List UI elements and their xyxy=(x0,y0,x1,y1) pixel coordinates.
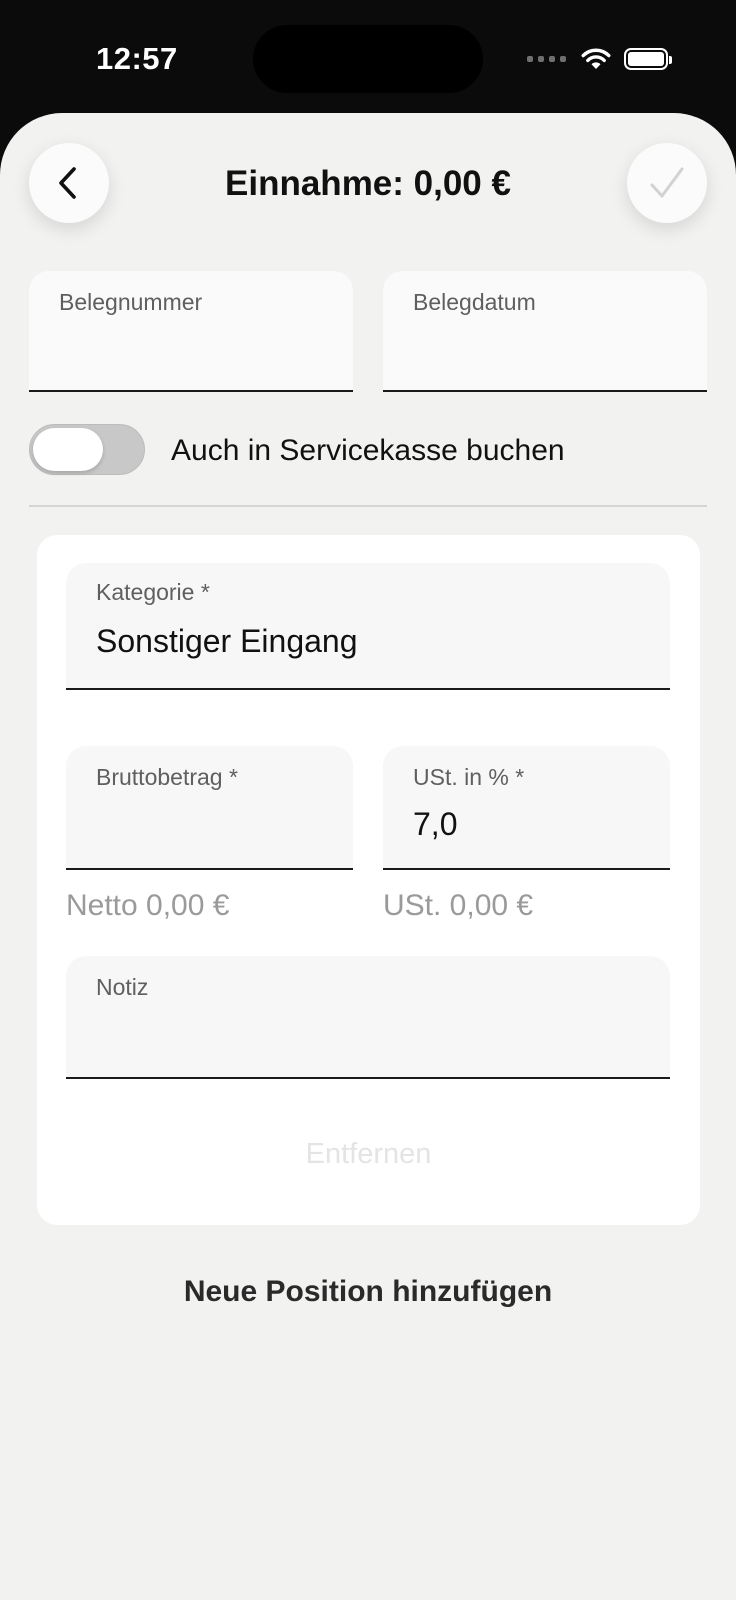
gross-amount-label: Bruttobetrag * xyxy=(96,764,238,790)
note-label: Notiz xyxy=(96,974,149,1000)
receipt-date-label: Belegdatum xyxy=(413,289,536,315)
battery-icon xyxy=(624,48,672,70)
remove-button[interactable]: Entfernen xyxy=(37,1138,700,1171)
status-icons xyxy=(527,44,672,74)
entry-sheet: Einnahme: 0,00 € Belegnummer Belegdatum … xyxy=(0,113,736,1600)
receipt-number-field[interactable]: Belegnummer xyxy=(29,271,353,392)
category-label: Kategorie * xyxy=(96,579,210,605)
confirm-button[interactable] xyxy=(627,143,707,223)
checkmark-icon xyxy=(650,167,684,198)
net-amount-hint: Netto 0,00 € xyxy=(66,889,230,922)
status-bar: 12:57 xyxy=(0,0,736,115)
category-field[interactable]: Kategorie * Sonstiger Eingang xyxy=(66,563,670,690)
cellular-signal-icon xyxy=(527,56,566,62)
receipt-number-label: Belegnummer xyxy=(59,289,203,315)
add-position-button[interactable]: Neue Position hinzufügen xyxy=(0,1275,736,1309)
dynamic-island xyxy=(253,25,483,93)
gross-amount-field[interactable]: Bruttobetrag * xyxy=(66,746,353,870)
service-cash-label: Auch in Servicekasse buchen xyxy=(171,434,565,467)
receipt-date-field[interactable]: Belegdatum xyxy=(383,271,707,392)
status-time: 12:57 xyxy=(96,41,178,76)
vat-rate-value: 7,0 xyxy=(413,806,458,842)
position-card: Kategorie * Sonstiger Eingang Bruttobetr… xyxy=(37,535,700,1225)
note-field[interactable]: Notiz xyxy=(66,956,670,1079)
service-cash-toggle[interactable] xyxy=(29,424,145,475)
vat-rate-label: USt. in % * xyxy=(413,764,525,790)
page-title: Einnahme: 0,00 € xyxy=(225,164,511,203)
vat-amount-hint: USt. 0,00 € xyxy=(383,889,534,922)
vat-rate-field[interactable]: USt. in % * 7,0 xyxy=(383,746,670,870)
divider xyxy=(29,505,707,507)
wifi-icon xyxy=(581,48,611,69)
category-value: Sonstiger Eingang xyxy=(96,623,358,659)
toggle-knob xyxy=(33,428,103,471)
